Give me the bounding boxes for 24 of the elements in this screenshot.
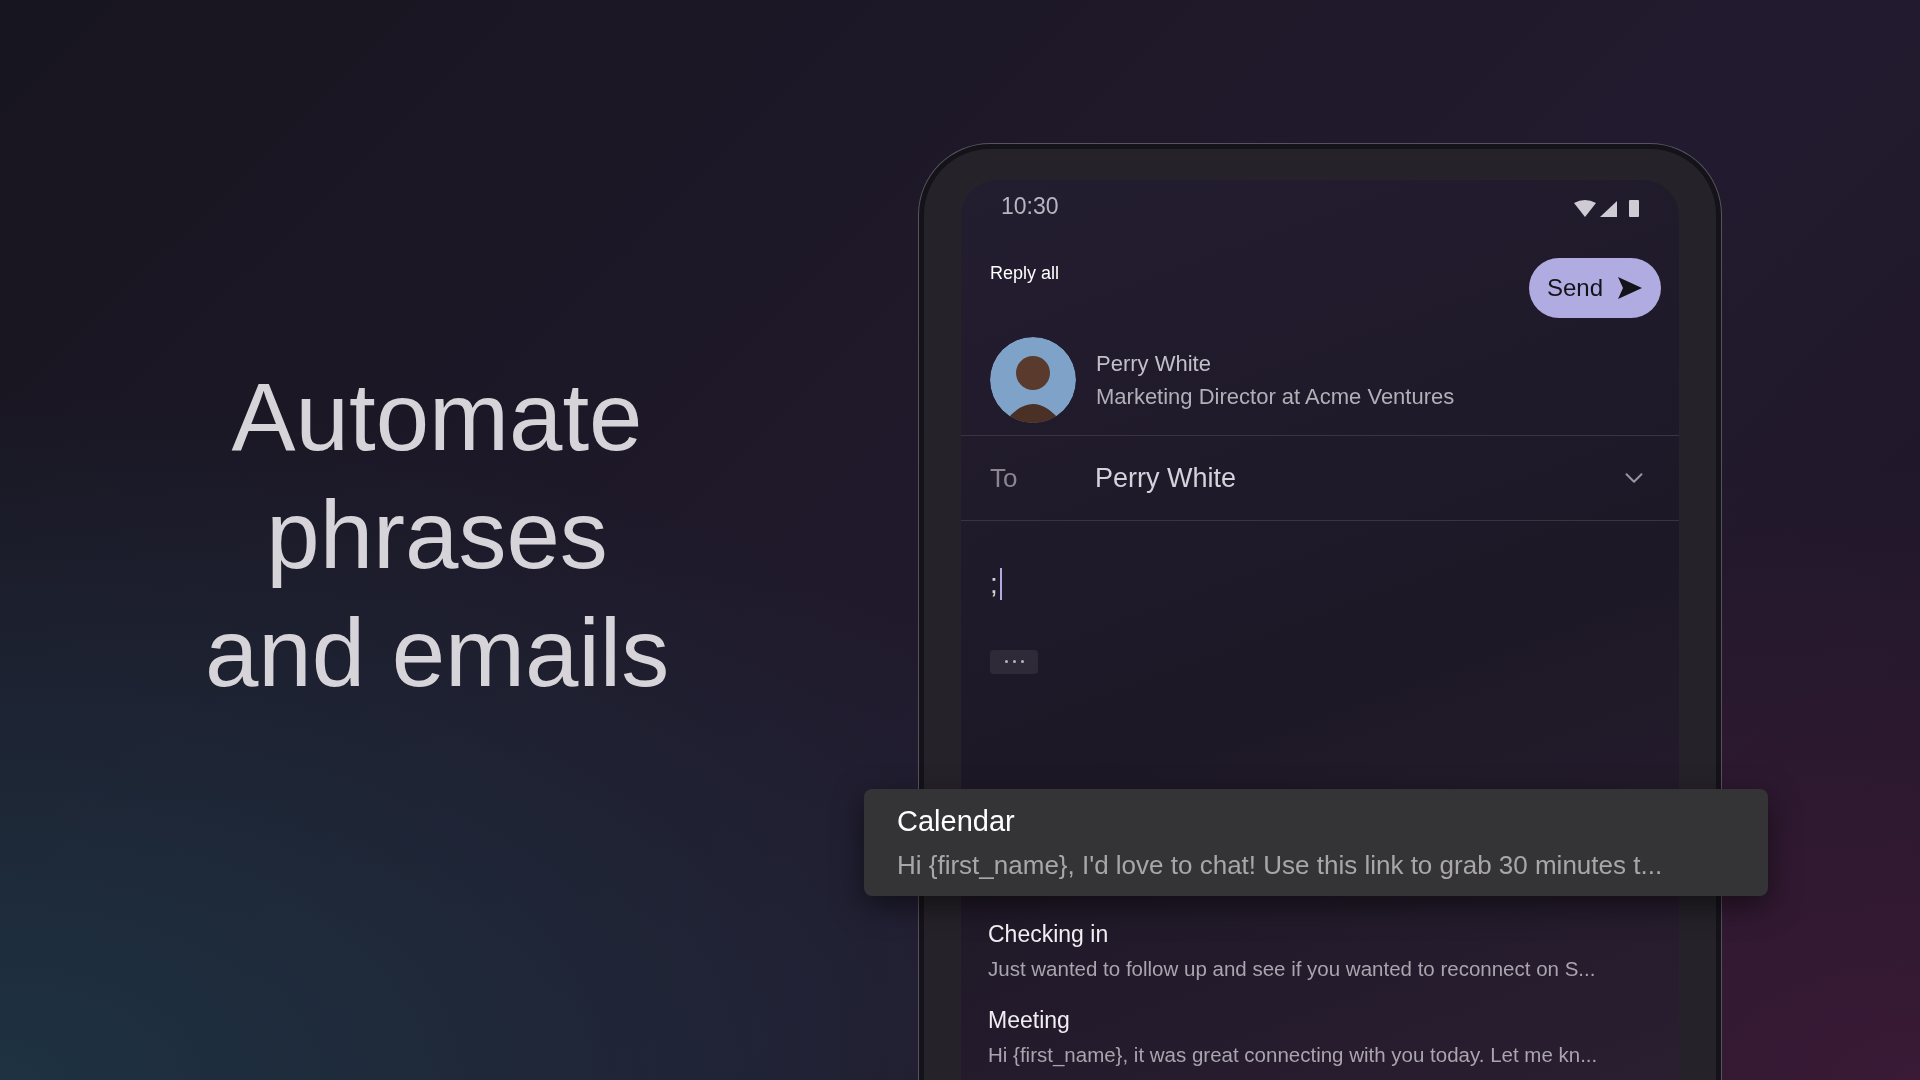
signal-icon xyxy=(1600,201,1617,218)
battery-icon xyxy=(1629,200,1639,218)
sender-title: Marketing Director at Acme Ventures xyxy=(1096,382,1455,411)
suggestion-preview: Just wanted to follow up and see if you wanted to reconnect on S... xyxy=(988,956,1597,983)
suggestion-preview: Hi {first_name}, it was great connecting with you today. Let me kn... xyxy=(988,1042,1599,1069)
suggestion-item[interactable]: Meeting Hi {first_name}, it was great connecting with you today. Let me kn... xyxy=(961,994,1679,1080)
to-label: To xyxy=(990,461,1019,495)
suggestion-item[interactable]: Checking in Just wanted to follow up and see if you wanted to reconnect on S... xyxy=(961,908,1679,994)
send-button[interactable]: Send xyxy=(1528,258,1661,319)
suggestion-title: Calendar xyxy=(897,804,1016,840)
to-value: Perry White xyxy=(1095,461,1238,495)
status-time: 10:30 xyxy=(1001,191,1059,221)
suggestion-item[interactable]: Calendar Hi {first_name}, I'd love to chat! Use this link to grab 30 minutes t... xyxy=(864,789,1768,896)
more-chip[interactable] xyxy=(990,650,1038,674)
to-field[interactable]: To Perry White xyxy=(961,436,1679,521)
wifi-icon xyxy=(1574,200,1596,218)
sender-name: Perry White xyxy=(1096,349,1212,378)
send-icon xyxy=(1617,276,1643,301)
headline: Automate phrases and emails xyxy=(203,362,671,708)
suggestion-preview: Hi {first_name}, I'd love to chat! Use this link to grab 30 minutes t... xyxy=(897,848,1664,882)
suggestion-title: Meeting xyxy=(988,1005,1071,1035)
suggestion-title: Checking in xyxy=(988,919,1110,949)
compose-title: Reply all xyxy=(990,261,1060,285)
body-field[interactable]: ; xyxy=(990,566,1650,602)
